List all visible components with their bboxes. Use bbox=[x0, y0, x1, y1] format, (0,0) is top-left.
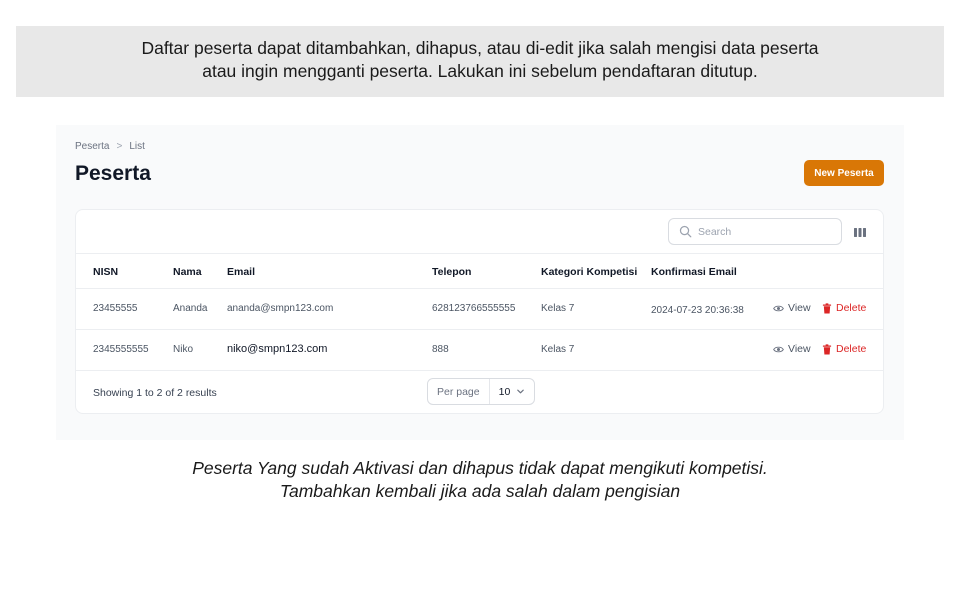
breadcrumb-separator: > bbox=[116, 141, 123, 152]
new-peserta-button[interactable]: New Peserta bbox=[804, 160, 884, 186]
page-title: Peserta bbox=[75, 162, 151, 185]
column-header-konfirmasi[interactable]: Konfirmasi Email bbox=[651, 266, 737, 278]
column-header-nama[interactable]: Nama bbox=[173, 266, 202, 278]
columns-toggle-button[interactable] bbox=[852, 224, 868, 240]
results-summary: Showing 1 to 2 of 2 results bbox=[93, 387, 217, 399]
view-button[interactable]: View bbox=[773, 343, 811, 355]
eye-icon bbox=[773, 346, 784, 352]
info-banner: Daftar peserta dapat ditambahkan, dihapu… bbox=[16, 26, 944, 97]
table-row: 2345555555 Niko niko@smpn123.com 888 Kel… bbox=[76, 330, 883, 371]
view-label: View bbox=[788, 343, 811, 355]
cell-telepon: 888 bbox=[432, 344, 449, 355]
warning-note: Peserta Yang sudah Aktivasi dan dihapus … bbox=[0, 457, 960, 503]
columns-icon bbox=[854, 228, 866, 237]
per-page-label: Per page bbox=[428, 379, 490, 404]
cell-email: ananda@smpn123.com bbox=[227, 303, 334, 314]
column-header-email[interactable]: Email bbox=[227, 266, 255, 278]
eye-icon bbox=[773, 305, 784, 311]
breadcrumb-current: List bbox=[129, 141, 145, 152]
delete-button[interactable]: Delete bbox=[822, 343, 866, 355]
cell-nama: Ananda bbox=[173, 303, 208, 314]
column-header-kategori[interactable]: Kategori Kompetisi bbox=[541, 266, 637, 278]
breadcrumb-root[interactable]: Peserta bbox=[75, 141, 109, 152]
delete-label: Delete bbox=[836, 343, 867, 355]
view-button[interactable]: View bbox=[773, 302, 811, 314]
search-input[interactable] bbox=[698, 225, 828, 238]
breadcrumb: Peserta > List bbox=[75, 141, 145, 152]
trash-icon bbox=[822, 343, 832, 354]
cell-kategori: Kelas 7 bbox=[541, 303, 575, 314]
cell-email: niko@smpn123.com bbox=[227, 343, 328, 355]
column-header-telepon[interactable]: Telepon bbox=[432, 266, 471, 278]
table-toolbar bbox=[76, 210, 883, 254]
column-header-nisn[interactable]: NISN bbox=[93, 266, 118, 278]
per-page-value-text: 10 bbox=[498, 385, 511, 398]
cell-nama: Niko bbox=[173, 344, 194, 355]
info-banner-line-2: atau ingin mengganti peserta. Lakukan in… bbox=[202, 61, 758, 81]
warning-note-line-1: Peserta Yang sudah Aktivasi dan dihapus … bbox=[192, 458, 768, 478]
per-page-select[interactable]: Per page 10 bbox=[427, 378, 535, 405]
search-box[interactable] bbox=[668, 218, 842, 245]
search-icon bbox=[679, 225, 692, 238]
chevron-down-icon bbox=[517, 389, 525, 394]
cell-kategori: Kelas 7 bbox=[541, 344, 575, 355]
cell-telepon: 628123766555555 bbox=[432, 303, 516, 314]
table-row: 23455555 Ananda ananda@smpn123.com 62812… bbox=[76, 289, 883, 330]
view-label: View bbox=[788, 302, 811, 314]
warning-note-line-2: Tambahkan kembali jika ada salah dalam p… bbox=[279, 481, 681, 501]
trash-icon bbox=[822, 302, 832, 313]
admin-panel: Peserta > List Peserta New Peserta Searc… bbox=[56, 125, 904, 440]
cell-nisn: 23455555 bbox=[93, 303, 138, 314]
table-header: NISN Nama Email Telepon Kategori Kompeti… bbox=[76, 254, 883, 289]
per-page-value[interactable]: 10 bbox=[490, 386, 526, 398]
table-footer: Showing 1 to 2 of 2 results Per page 10 bbox=[76, 371, 883, 414]
info-banner-line-1: Daftar peserta dapat ditambahkan, dihapu… bbox=[141, 38, 819, 58]
delete-label: Delete bbox=[836, 302, 867, 314]
delete-button[interactable]: Delete bbox=[822, 302, 866, 314]
table-card: NISN Nama Email Telepon Kategori Kompeti… bbox=[75, 209, 884, 414]
cell-konfirmasi: 2024-07-23 20:36:38 bbox=[651, 305, 744, 316]
cell-nisn: 2345555555 bbox=[93, 344, 149, 355]
